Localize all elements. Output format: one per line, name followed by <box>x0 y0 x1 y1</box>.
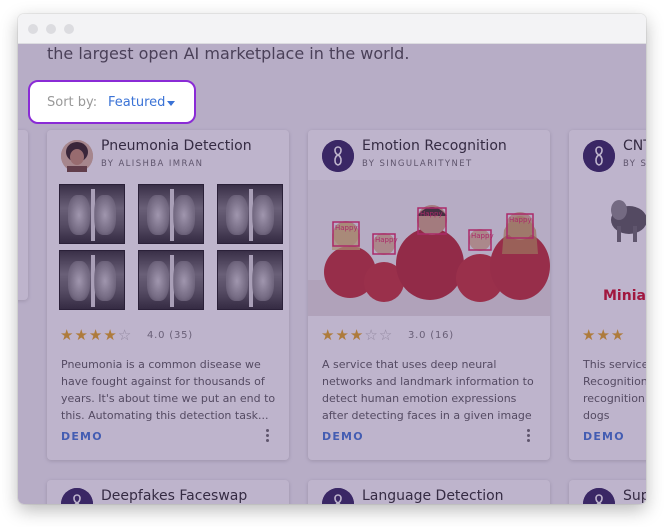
browser-window: the largest open AI marketplace in the w… <box>18 14 646 504</box>
card-description: Pneumonia is a common disease we have fo… <box>61 358 276 422</box>
star-filled-icon: ★ <box>582 326 597 344</box>
author-avatar <box>583 488 615 504</box>
window-minimize-dot[interactable] <box>46 24 56 34</box>
star-filled-icon: ★ <box>60 326 75 344</box>
more-options-icon[interactable] <box>527 429 531 443</box>
face-label: Happy <box>335 224 358 232</box>
star-filled-icon: ★ <box>596 326 611 344</box>
face-label: Happy <box>471 232 494 240</box>
card-title[interactable]: CNT <box>623 138 646 154</box>
window-titlebar <box>18 14 646 44</box>
singularitynet-logo-icon <box>61 488 93 504</box>
image-caption: Minia <box>603 288 646 304</box>
dog-image <box>611 200 646 242</box>
star-filled-icon: ★ <box>74 326 89 344</box>
card-title[interactable]: Sup <box>623 488 646 504</box>
service-card-partial-bottom[interactable]: Sup <box>569 480 646 504</box>
star-filled-icon: ★ <box>88 326 104 344</box>
author-avatar <box>583 140 615 172</box>
singularitynet-logo-icon <box>583 140 615 172</box>
star-empty-icon: ☆ <box>364 326 379 344</box>
author-avatar <box>322 140 354 172</box>
star-filled-icon: ★ <box>321 326 336 344</box>
star-empty-icon: ☆ <box>378 326 394 344</box>
service-card-pneumonia[interactable]: Pneumonia Detection BY ALISHBA IMRAN ★★★… <box>47 130 289 460</box>
more-options-icon[interactable] <box>266 429 270 443</box>
rating-count: 4.0 (35) <box>147 330 194 341</box>
author-avatar <box>61 140 93 172</box>
service-card-deepfakes[interactable]: Deepfakes Faceswap <box>47 480 289 504</box>
star-filled-icon: ★ <box>335 326 350 344</box>
demo-link[interactable]: DEMO <box>583 430 625 443</box>
card-title[interactable]: Language Detection <box>362 488 504 504</box>
card-title[interactable]: Pneumonia Detection <box>101 138 252 154</box>
xray-image <box>217 184 283 244</box>
xray-image <box>59 184 125 244</box>
rating-count: 3.0 (16) <box>408 330 455 341</box>
card-description: This service Recognition recognition dog… <box>583 358 646 422</box>
singularitynet-logo-icon <box>322 140 354 172</box>
star-filled-icon: ★ <box>349 326 365 344</box>
family-photo-image: Happy Happy Happy Happy Happy <box>308 180 550 316</box>
singularitynet-logo-icon <box>322 488 354 504</box>
sort-dropdown[interactable]: Sort by: Featured <box>28 80 196 124</box>
face-label: Happy <box>420 210 443 218</box>
demo-link[interactable]: DEMO <box>61 430 103 443</box>
xray-image <box>138 184 204 244</box>
star-rating: ★★★☆☆ <box>321 326 393 344</box>
face-label: Happy <box>375 236 398 244</box>
service-card-partial[interactable]: CNT BY S Minia ★★★ This service Recognit… <box>569 130 646 460</box>
demo-link[interactable]: DEMO <box>322 430 364 443</box>
service-card-language[interactable]: Language Detection <box>308 480 550 504</box>
page-content: the largest open AI marketplace in the w… <box>18 44 646 504</box>
xray-image <box>59 250 125 310</box>
star-rating: ★★★★☆ <box>60 326 132 344</box>
window-maximize-dot[interactable] <box>64 24 74 34</box>
xray-image <box>138 250 204 310</box>
card-title[interactable]: Deepfakes Faceswap <box>101 488 247 504</box>
card-title[interactable]: Emotion Recognition <box>362 138 507 154</box>
card-description: A service that uses deep neural networks… <box>322 358 534 422</box>
service-card-emotion[interactable]: Emotion Recognition BY SINGULARITYNET Ha… <box>308 130 550 460</box>
card-author: BY SINGULARITYNET <box>362 159 473 169</box>
face-label: Happy <box>509 216 532 224</box>
star-filled-icon: ★ <box>610 326 626 344</box>
card-author: BY ALISHBA IMRAN <box>101 159 204 169</box>
sort-selected-value[interactable]: Featured <box>108 95 165 110</box>
star-empty-icon: ☆ <box>117 326 133 344</box>
star-filled-icon: ★ <box>103 326 118 344</box>
star-rating: ★★★ <box>582 326 625 344</box>
singularitynet-logo-icon <box>583 488 615 504</box>
avatar-photo-icon <box>61 140 93 172</box>
author-avatar <box>322 488 354 504</box>
card-author: BY S <box>623 159 646 169</box>
author-avatar <box>61 488 93 504</box>
xray-image <box>217 250 283 310</box>
sort-label: Sort by: <box>47 95 98 110</box>
partial-card-left <box>18 130 28 300</box>
page-tagline: the largest open AI marketplace in the w… <box>47 44 410 63</box>
caret-down-icon[interactable] <box>167 101 175 106</box>
window-close-dot[interactable] <box>28 24 38 34</box>
